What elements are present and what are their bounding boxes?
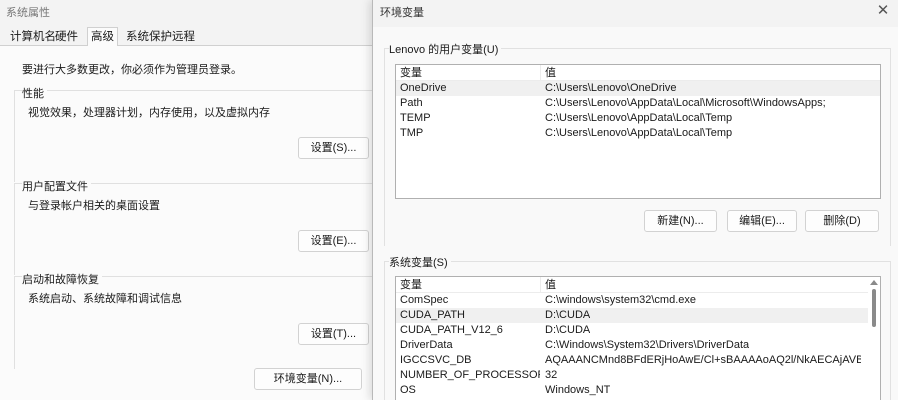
variable-value: D:\CUDA: [545, 324, 591, 336]
variable-value: D:\CUDA: [545, 309, 591, 321]
performance-title: 性能: [22, 85, 47, 101]
tab-hardware[interactable]: 硬件: [52, 29, 81, 46]
column-divider[interactable]: [540, 277, 541, 292]
variable-name: TMP: [400, 127, 424, 139]
variable-name: Path: [400, 97, 423, 109]
environment-variables-dialog: 环境变量 ✕ Lenovo 的用户变量(U) 变量 值 OneDrive C:\…: [372, 0, 898, 400]
advanced-tab-pane: 要进行大多数更改，你必须作为管理员登录。 性能 视觉效果，处理器计划，内存使用，…: [0, 46, 372, 400]
dialog-body: Lenovo 的用户变量(U) 变量 值 OneDrive C:\Users\L…: [373, 27, 898, 400]
user-profiles-group: 用户配置文件 与登录帐户相关的桌面设置 设置(E)...: [14, 178, 372, 275]
table-row[interactable]: Path C:\Users\Lenovo\AppData\Local\Micro…: [396, 96, 880, 111]
variable-name: ComSpec: [400, 294, 449, 306]
scroll-up-arrow-icon[interactable]: [870, 280, 878, 285]
startup-recovery-title: 启动和故障恢复: [22, 271, 102, 287]
variable-name: CUDA_PATH_V12_6: [400, 324, 503, 336]
table-row[interactable]: TMP C:\Users\Lenovo\AppData\Local\Temp: [396, 126, 880, 141]
user-edit-button[interactable]: 编辑(E)...: [727, 210, 797, 232]
environment-variables-button[interactable]: 环境变量(N)...: [254, 368, 362, 390]
system-variables-list[interactable]: 变量 值 ComSpec C:\windows\system32\cmd.exe…: [395, 276, 881, 400]
column-header-variable[interactable]: 变量: [400, 277, 540, 293]
user-profiles-desc: 与登录帐户相关的桌面设置: [28, 200, 160, 212]
column-divider[interactable]: [540, 65, 541, 80]
column-header-value[interactable]: 值: [545, 65, 556, 81]
tab-bar: 计算机名 硬件 高级 系统保护 远程: [0, 27, 372, 47]
table-row[interactable]: DriverData C:\Windows\System32\Drivers\D…: [396, 338, 880, 353]
user-variables-title: Lenovo 的用户变量(U): [389, 41, 502, 57]
startup-recovery-group: 启动和故障恢复 系统启动、系统故障和调试信息 设置(T)...: [14, 271, 372, 369]
table-row[interactable]: OneDrive C:\Users\Lenovo\OneDrive: [396, 81, 880, 96]
performance-desc: 视觉效果，处理器计划，内存使用，以及虚拟内存: [28, 107, 270, 119]
dialog-title: 环境变量: [380, 7, 424, 19]
user-delete-button[interactable]: 删除(D): [805, 210, 879, 232]
user-variables-group: Lenovo 的用户变量(U) 变量 值 OneDrive C:\Users\L…: [384, 41, 891, 246]
tab-remote[interactable]: 远程: [169, 29, 198, 46]
user-profiles-title: 用户配置文件: [22, 178, 91, 194]
user-new-button[interactable]: 新建(N)...: [644, 210, 717, 232]
variable-value: C:\Users\Lenovo\AppData\Local\Microsoft\…: [545, 97, 826, 109]
admin-note: 要进行大多数更改，你必须作为管理员登录。: [22, 64, 242, 76]
list-header: 变量 值: [396, 277, 880, 293]
system-properties-window: 系统属性 计算机名 硬件 高级 系统保护 远程 要进行大多数更改，你必须作为管理…: [0, 0, 372, 400]
variable-value: C:\Windows\System32\Drivers\DriverData: [545, 339, 750, 351]
variable-value: C:\Users\Lenovo\AppData\Local\Temp: [545, 127, 733, 139]
scrollbar-thumb[interactable]: [872, 289, 876, 327]
tab-advanced[interactable]: 高级: [87, 27, 118, 47]
system-variables-title: 系统变量(S): [389, 254, 451, 270]
user-variables-list[interactable]: 变量 值 OneDrive C:\Users\Lenovo\OneDrive P…: [395, 64, 881, 199]
variable-name: OS: [400, 384, 416, 396]
table-row[interactable]: IGCCSVC_DB AQAAANCMnd8BFdERjHoAwE/Cl+sBA…: [396, 353, 880, 368]
variable-value: C:\Users\Lenovo\OneDrive: [545, 82, 677, 94]
variable-name: CUDA_PATH: [400, 309, 465, 321]
table-row[interactable]: NUMBER_OF_PROCESSORS 32: [396, 368, 880, 383]
startup-recovery-desc: 系统启动、系统故障和调试信息: [28, 293, 182, 305]
variable-value: C:\windows\system32\cmd.exe: [545, 294, 696, 306]
table-row[interactable]: OS Windows_NT: [396, 383, 880, 398]
close-icon[interactable]: ✕: [875, 1, 891, 19]
performance-settings-button[interactable]: 设置(S)...: [298, 137, 369, 159]
variable-name: OneDrive: [400, 82, 447, 94]
window-title: 系统属性: [6, 7, 50, 19]
table-row[interactable]: CUDA_PATH_V12_6 D:\CUDA: [396, 323, 880, 338]
startup-recovery-settings-button[interactable]: 设置(T)...: [298, 323, 369, 345]
table-row[interactable]: ComSpec C:\windows\system32\cmd.exe: [396, 293, 880, 308]
vertical-scrollbar[interactable]: [868, 277, 880, 400]
variable-value: Windows_NT: [545, 384, 611, 396]
column-header-variable[interactable]: 变量: [400, 65, 540, 81]
table-row[interactable]: TEMP C:\Users\Lenovo\AppData\Local\Temp: [396, 111, 880, 126]
variable-name: DriverData: [400, 339, 453, 351]
variable-value: 32: [545, 369, 558, 381]
tab-system-protection[interactable]: 系统保护: [123, 29, 175, 46]
user-profiles-settings-button[interactable]: 设置(E)...: [298, 230, 369, 252]
variable-value: C:\Users\Lenovo\AppData\Local\Temp: [545, 112, 733, 124]
system-variables-group: 系统变量(S) 变量 值 ComSpec C:\windows\system32…: [384, 254, 891, 400]
list-header: 变量 值: [396, 65, 880, 81]
variable-value: AQAAANCMnd8BFdERjHoAwE/Cl+sBAAAAoAQ2l/Nk…: [545, 354, 861, 366]
performance-group: 性能 视觉效果，处理器计划，内存使用，以及虚拟内存 设置(S)...: [14, 85, 372, 182]
variable-name: TEMP: [400, 112, 431, 124]
column-header-value[interactable]: 值: [545, 277, 556, 293]
variable-name: IGCCSVC_DB: [400, 354, 472, 366]
variable-name: NUMBER_OF_PROCESSORS: [400, 369, 540, 381]
table-row[interactable]: CUDA_PATH D:\CUDA: [396, 308, 880, 323]
